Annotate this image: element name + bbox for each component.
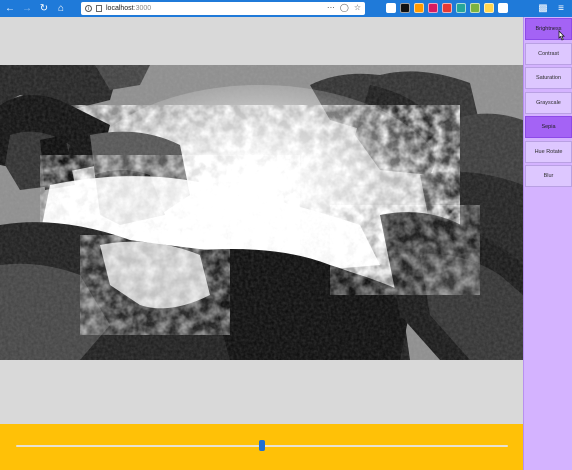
extension-3-icon[interactable] — [414, 3, 424, 13]
home-icon[interactable]: ⌂ — [54, 2, 68, 16]
filter-button-sepia[interactable]: Sepia — [525, 116, 572, 138]
extension-1-icon[interactable] — [386, 3, 396, 13]
mouse-cursor-icon — [558, 30, 565, 41]
browser-toolbar: ← → ↻ ⌂ i localhost:3000 ⋯ ◯ ☆ ▩ ≡ — [0, 0, 572, 17]
extension-7-icon[interactable] — [470, 3, 480, 13]
back-icon[interactable]: ← — [3, 2, 17, 16]
address-bar[interactable]: i localhost:3000 ⋯ ◯ ☆ — [81, 2, 365, 15]
extensions-icon[interactable]: ▩ — [536, 2, 550, 16]
reload-icon[interactable]: ↻ — [37, 2, 51, 16]
extension-9-icon[interactable] — [498, 3, 508, 13]
extension-icons — [386, 3, 508, 13]
bookmark-star-icon[interactable]: ☆ — [354, 3, 361, 12]
pocket-icon[interactable]: ◯ — [340, 3, 349, 12]
url-port: :3000 — [133, 5, 152, 12]
extension-5-icon[interactable] — [442, 3, 452, 13]
filter-button-grayscale[interactable]: Grayscale — [525, 91, 572, 114]
page-icon — [96, 5, 102, 12]
more-actions-icon[interactable]: ⋯ — [327, 3, 335, 12]
filter-button-saturation[interactable]: Saturation — [525, 67, 572, 89]
extension-4-icon[interactable] — [428, 3, 438, 13]
extension-6-icon[interactable] — [456, 3, 466, 13]
menu-icon[interactable]: ≡ — [554, 2, 568, 16]
filter-button-contrast[interactable]: Contrast — [525, 42, 572, 65]
forward-icon[interactable]: → — [20, 2, 34, 16]
filter-button-blur[interactable]: Blur — [525, 165, 572, 187]
filter-slider-panel — [0, 424, 523, 470]
filter-button-hue-rotate[interactable]: Hue Rotate — [525, 140, 572, 163]
editor-canvas — [0, 17, 523, 470]
extension-8-icon[interactable] — [484, 3, 494, 13]
site-info-icon[interactable]: i — [85, 5, 92, 12]
extension-2-icon[interactable] — [400, 3, 410, 13]
url-host: localhost — [106, 5, 134, 12]
waterfall-image — [0, 65, 523, 360]
filter-options-sidebar: Brightness Contrast Saturation Grayscale Sep… — [523, 17, 572, 470]
filter-slider-thumb[interactable] — [259, 440, 265, 451]
